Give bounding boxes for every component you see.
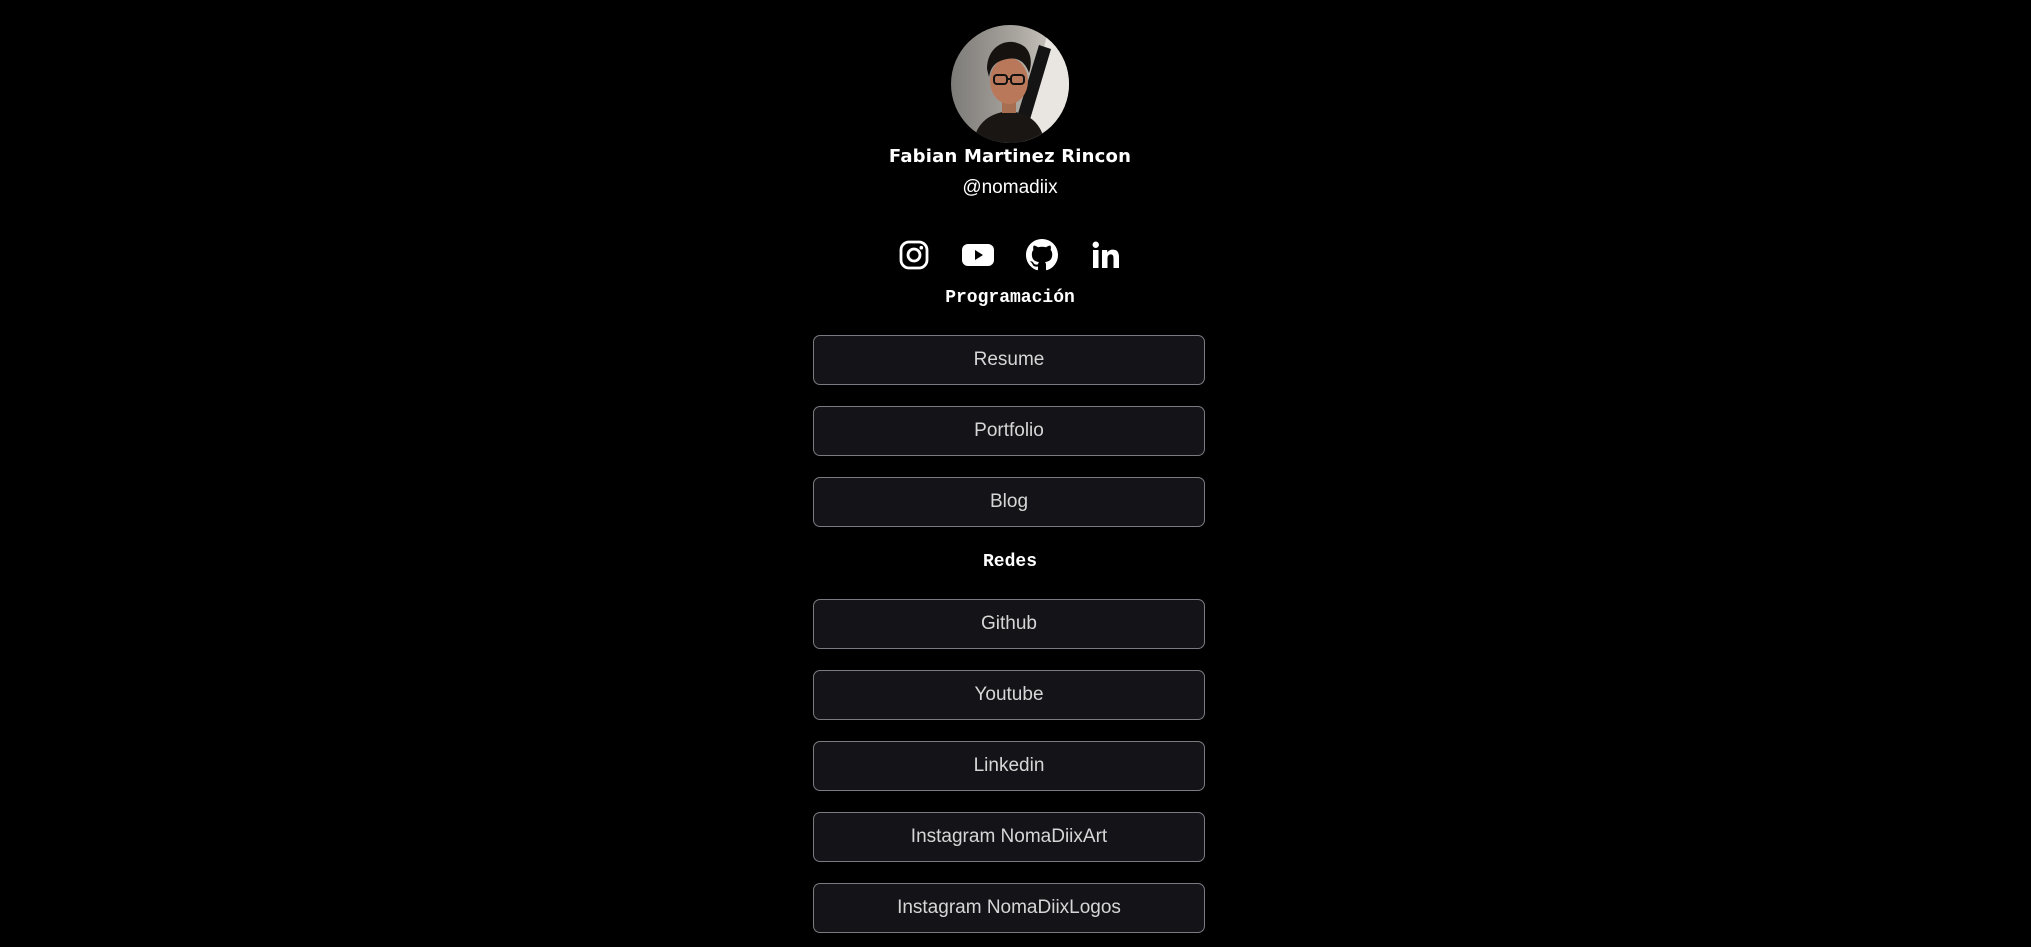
instagram-art-link-button[interactable]: Instagram NomaDiixArt bbox=[813, 812, 1205, 862]
resume-link-button[interactable]: Resume bbox=[813, 335, 1205, 385]
section-title-programacion: Programación bbox=[945, 288, 1075, 308]
github-icon[interactable] bbox=[1025, 238, 1059, 272]
portfolio-link-button[interactable]: Portfolio bbox=[813, 406, 1205, 456]
youtube-link-button[interactable]: Youtube bbox=[813, 670, 1205, 720]
linkedin-link-button[interactable]: Linkedin bbox=[813, 741, 1205, 791]
profile-name: Fabian Martinez Rincon bbox=[888, 146, 1132, 167]
instagram-logos-link-button[interactable]: Instagram NomaDiixLogos bbox=[813, 883, 1205, 933]
instagram-icon[interactable] bbox=[897, 238, 931, 272]
profile-handle: @nomadiix bbox=[962, 177, 1058, 198]
youtube-icon[interactable] bbox=[961, 238, 995, 272]
linkedin-icon[interactable] bbox=[1089, 238, 1123, 272]
social-icons-row bbox=[897, 237, 1123, 273]
profile-photo bbox=[951, 25, 1069, 143]
github-link-button[interactable]: Github bbox=[813, 599, 1205, 649]
blog-link-button[interactable]: Blog bbox=[813, 477, 1205, 527]
section-title-redes: Redes bbox=[982, 552, 1037, 572]
avatar bbox=[951, 25, 1069, 143]
